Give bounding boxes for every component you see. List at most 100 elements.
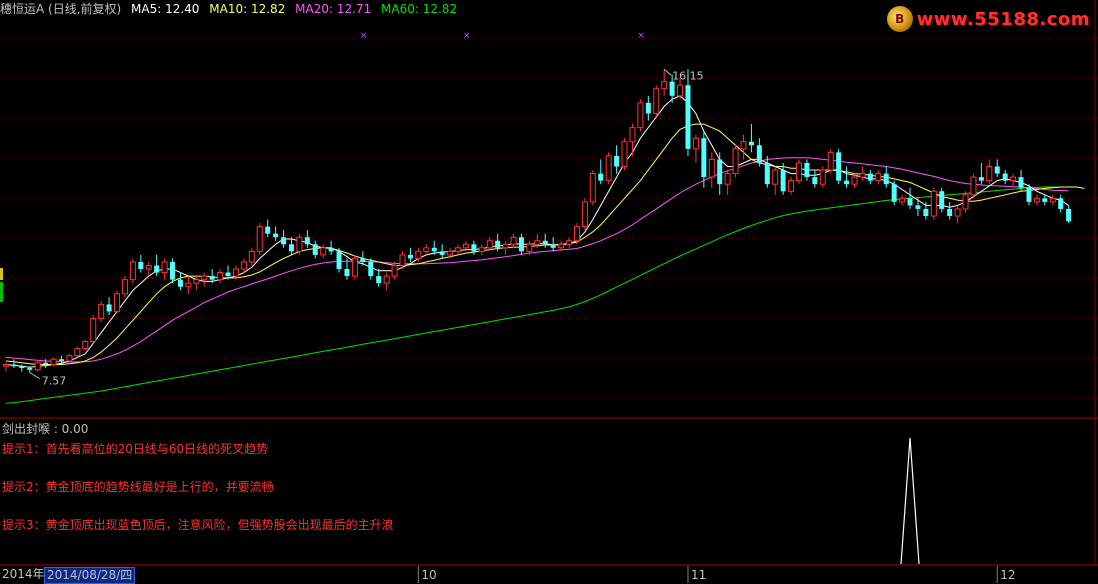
candle-body-down [106, 304, 112, 312]
candle-body-up [986, 166, 993, 182]
candle-body-up [772, 169, 779, 185]
candle-body-down [701, 138, 707, 178]
site-logo[interactable]: B www.55188.com [886, 4, 1090, 34]
candle-body-down [748, 141, 754, 146]
scroll-indicator [0, 282, 3, 302]
candle-body-down [328, 247, 334, 252]
tip-1: 提示1：首先看高位的20日线与60日线的死叉趋势 [2, 442, 269, 456]
candle-body-down [883, 173, 889, 185]
candle-body-up [899, 197, 906, 203]
candle-body-down [154, 265, 160, 273]
signal-marker: × [360, 31, 368, 41]
chart-stage[interactable]: 16.157.57×××10111212 [0, 0, 1098, 583]
candle-body-down [495, 240, 501, 248]
candle-body-down [598, 173, 604, 181]
candle-body-down [59, 359, 65, 361]
candle-body-up [796, 162, 802, 182]
candle-body-down [431, 247, 437, 252]
candle-body-down [756, 145, 762, 163]
logo-text: www.55188.com [916, 8, 1090, 30]
candle-body-down [273, 233, 279, 238]
candle-body-up [637, 102, 644, 129]
candle-body-down [669, 81, 675, 96]
candle-body-up [724, 173, 731, 185]
candle-body-down [407, 254, 413, 259]
candle-body-down [780, 170, 786, 192]
candle-body-up [66, 355, 73, 362]
candle-body-up [383, 275, 390, 284]
candle-body-up [732, 148, 739, 175]
candle-body-up [351, 257, 358, 277]
candle-body-up [114, 293, 121, 312]
candle-body-up [558, 243, 565, 249]
candle-body-down [1018, 177, 1024, 188]
candle-body-down [27, 368, 33, 370]
candle-body-up [193, 279, 200, 284]
ma5-legend: MA5: 12.40 [131, 2, 200, 16]
candle-body-up [661, 81, 668, 90]
candle-body-down [1042, 198, 1048, 202]
ma60-line [5, 186, 1069, 404]
candle-body-up [98, 303, 105, 320]
indicator-spike [900, 437, 920, 565]
candle-body-down [685, 85, 691, 149]
candle-body-down [947, 208, 953, 216]
candle-body-up [256, 226, 263, 252]
candle-body-down [304, 237, 310, 245]
candle-body-up [1010, 176, 1017, 182]
candle-body-up [129, 261, 136, 281]
candle-body-down [804, 162, 810, 178]
candle-body-up [240, 261, 247, 270]
candle-body-down [19, 366, 25, 369]
candle-body-up [677, 84, 684, 97]
logo-badge-icon: B [886, 6, 913, 32]
low-arrow [29, 372, 41, 380]
candle-body-up [391, 265, 398, 277]
high-price-label: 16.15 [672, 69, 704, 82]
candle-body-up [82, 341, 89, 350]
candle-body-down [717, 159, 723, 185]
candle-body-up [1033, 197, 1040, 203]
candle-body-down [138, 261, 144, 270]
candle-body-up [50, 358, 57, 366]
candle-body-up [232, 268, 239, 277]
candle-body-down [550, 244, 556, 248]
candle-body-down [645, 102, 651, 114]
candle-body-up [455, 247, 462, 252]
candle-body-up [653, 88, 660, 114]
candle-body-down [1026, 187, 1032, 202]
candle-body-down [1066, 208, 1072, 222]
candle-body-up [819, 169, 826, 185]
candle-body-down [907, 198, 913, 206]
signal-marker: × [463, 31, 471, 41]
ma10-legend: MA10: 12.82 [209, 2, 286, 16]
candle-body-up [1049, 197, 1056, 203]
candle-body-up [851, 176, 858, 185]
candle-body-down [812, 177, 818, 185]
candle-body-up [605, 155, 612, 182]
candle-body-down [281, 237, 287, 245]
candle-body-down [471, 244, 477, 252]
candle-body-down [939, 191, 945, 209]
candle-body-up [788, 180, 795, 192]
low-price-label: 7.57 [42, 375, 67, 388]
candle-body-down [265, 226, 271, 234]
selected-date[interactable]: 2014/08/28/四 [44, 567, 136, 584]
indicator-title[interactable]: 剑出封喉 : 0.00 [2, 420, 88, 437]
stock-title[interactable]: 穗恒运A (日线,前复权) [0, 2, 121, 16]
candle-body-down [978, 177, 984, 181]
date-axis[interactable]: 2014年 2014/08/28/四 [0, 566, 1098, 584]
candle-body-up [827, 151, 834, 171]
candle-body-up [415, 250, 422, 259]
candle-body-down [764, 162, 770, 185]
candle-body-up [161, 261, 168, 274]
ma60-legend: MA60: 12.82 [381, 2, 458, 16]
candle-body-down [439, 251, 445, 255]
candle-body-up [502, 243, 509, 249]
candle-body-down [867, 173, 873, 181]
candle-body-up [526, 243, 533, 252]
candle-body-up [875, 173, 882, 182]
candle-body-up [399, 254, 406, 266]
candle-body-up [510, 236, 517, 245]
candle-body-down [43, 362, 49, 365]
